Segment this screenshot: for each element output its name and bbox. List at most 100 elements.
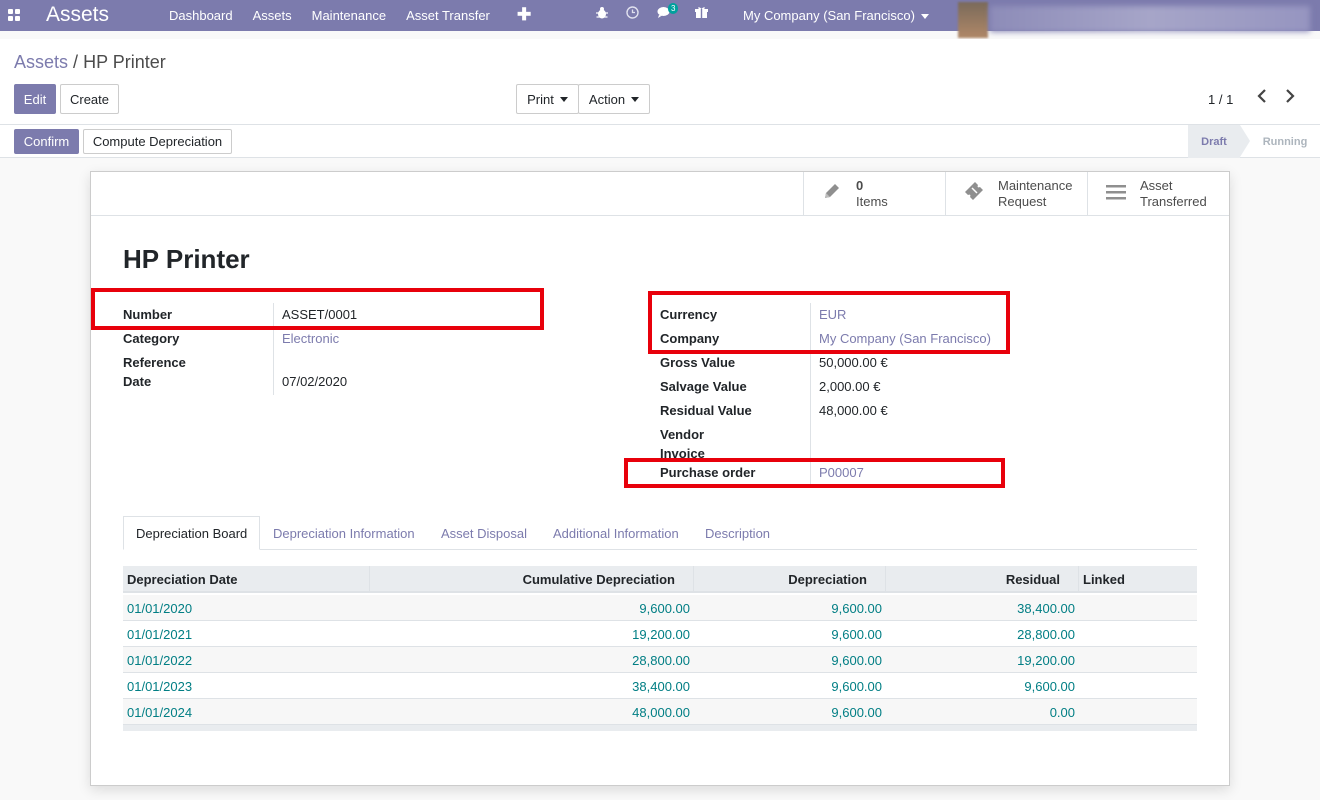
category-value[interactable]: Electronic <box>282 329 339 348</box>
gross-value-label: Gross Value <box>660 355 736 370</box>
top-navbar: Assets Dashboard Assets Maintenance Asse… <box>0 0 1320 38</box>
cell-cumulative[interactable]: 19,200.00 <box>628 621 694 647</box>
cell-cumulative[interactable]: 48,000.00 <box>628 699 694 725</box>
cell-residual[interactable]: 28,800.00 <box>1013 621 1079 647</box>
items-label: Items <box>856 194 888 209</box>
action-label: Action <box>588 91 626 107</box>
tab-depreciation-board[interactable]: Depreciation Board <box>123 516 261 550</box>
chat-icon[interactable]: 3 <box>657 3 679 22</box>
asset-transferred-smart-button[interactable]: Asset Transferred <box>1087 172 1229 216</box>
residual-value[interactable]: 48,000.00 € <box>819 401 888 420</box>
control-panel: Assets / HP Printer Edit Create Print Ac… <box>0 39 1320 125</box>
cell-residual[interactable]: 19,200.00 <box>1013 647 1079 673</box>
form-sheet: 0 Items Maintenance Request Asset Transferr… <box>90 171 1230 786</box>
category-label: Category <box>123 331 180 346</box>
table-footer <box>123 725 1197 731</box>
table-row[interactable]: 01/01/2024 48,000.00 9,600.00 0.00 <box>123 699 1197 725</box>
cell-date[interactable]: 01/01/2020 <box>123 595 196 621</box>
col-residual[interactable]: Residual <box>886 566 1079 593</box>
asset-transferred-label-1: Asset <box>1140 178 1173 193</box>
cell-residual[interactable]: 9,600.00 <box>1020 673 1079 699</box>
items-smart-button[interactable]: 0 Items <box>803 172 945 216</box>
messages-badge: 3 <box>668 3 679 14</box>
main-menu: Dashboard Assets Maintenance Asset Trans… <box>169 8 490 23</box>
pencil-icon <box>820 181 844 207</box>
menu-maintenance[interactable]: Maintenance <box>312 8 386 23</box>
tab-asset-disposal[interactable]: Asset Disposal <box>441 516 527 550</box>
cell-cumulative[interactable]: 9,600.00 <box>635 595 694 621</box>
table-row[interactable]: 01/01/2023 38,400.00 9,600.00 9,600.00 <box>123 673 1197 699</box>
edit-button[interactable]: Edit <box>14 84 56 114</box>
company-switcher[interactable]: My Company (San Francisco) <box>743 8 929 23</box>
breadcrumb: Assets / HP Printer <box>14 52 166 73</box>
highlight-box-currency-company <box>648 291 1010 354</box>
col-linked[interactable]: Linked <box>1079 566 1197 593</box>
compute-depreciation-button[interactable]: Compute Depreciation <box>83 129 232 154</box>
print-dropdown[interactable]: Print <box>516 84 579 114</box>
menu-assets[interactable]: Assets <box>253 8 292 23</box>
salvage-value[interactable]: 2,000.00 € <box>819 377 880 396</box>
bug-icon[interactable] <box>596 6 608 22</box>
plus-icon[interactable]: ✚ <box>517 5 531 25</box>
tab-additional-information[interactable]: Additional Information <box>553 516 679 550</box>
list-icon <box>1104 183 1128 206</box>
cell-residual[interactable]: 0.00 <box>1046 699 1079 725</box>
tab-description[interactable]: Description <box>705 516 770 550</box>
chevron-down-icon <box>631 96 640 102</box>
highlight-box-purchase-order <box>624 458 1005 488</box>
user-menu-blurred[interactable] <box>990 6 1310 32</box>
clock-icon[interactable] <box>626 6 639 22</box>
col-depreciation[interactable]: Depreciation <box>694 566 886 593</box>
confirm-button[interactable]: Confirm <box>14 129 79 154</box>
pager-value[interactable]: 1 / 1 <box>1208 92 1233 107</box>
breadcrumb-assets-link[interactable]: Assets <box>14 52 68 72</box>
stage-draft[interactable]: Draft <box>1188 125 1250 158</box>
chevron-left-icon[interactable] <box>1257 89 1267 108</box>
cell-depreciation[interactable]: 9,600.00 <box>827 673 886 699</box>
chevron-right-icon[interactable] <box>1285 89 1295 108</box>
cell-residual[interactable]: 38,400.00 <box>1013 595 1079 621</box>
cell-date[interactable]: 01/01/2022 <box>123 647 196 673</box>
chevron-down-icon <box>559 96 568 102</box>
tab-depreciation-information[interactable]: Depreciation Information <box>273 516 415 550</box>
maintenance-request-smart-button[interactable]: Maintenance Request <box>945 172 1087 216</box>
cell-depreciation[interactable]: 9,600.00 <box>827 699 886 725</box>
chevron-down-icon <box>920 14 929 20</box>
reference-date-label-2: Date <box>123 374 152 389</box>
table-row[interactable]: 01/01/2021 19,200.00 9,600.00 28,800.00 <box>123 621 1197 647</box>
cell-depreciation[interactable]: 9,600.00 <box>827 621 886 647</box>
cell-cumulative[interactable]: 38,400.00 <box>628 673 694 699</box>
cell-date[interactable]: 01/01/2023 <box>123 673 196 699</box>
cell-date[interactable]: 01/01/2021 <box>123 621 196 647</box>
cell-depreciation[interactable]: 9,600.00 <box>827 595 886 621</box>
cell-date[interactable]: 01/01/2024 <box>123 699 196 725</box>
stage-running[interactable]: Running <box>1250 125 1320 158</box>
action-dropdown[interactable]: Action <box>578 84 650 114</box>
record-title: HP Printer <box>123 244 250 274</box>
ticket-icon <box>962 180 986 208</box>
cell-depreciation[interactable]: 9,600.00 <box>827 647 886 673</box>
menu-asset-transfer[interactable]: Asset Transfer <box>406 8 490 23</box>
apps-menu-icon[interactable] <box>8 9 20 21</box>
gift-icon[interactable] <box>695 6 708 22</box>
cell-cumulative[interactable]: 28,800.00 <box>628 647 694 673</box>
create-button[interactable]: Create <box>60 84 119 114</box>
table-row[interactable]: 01/01/2020 9,600.00 9,600.00 38,400.00 <box>123 595 1197 621</box>
reference-date-value[interactable]: 07/02/2020 <box>282 372 347 391</box>
table-row[interactable]: 01/01/2022 28,800.00 9,600.00 19,200.00 <box>123 647 1197 673</box>
reference-date-label-1: Reference <box>123 355 186 370</box>
col-depreciation-date[interactable]: Depreciation Date <box>123 566 370 593</box>
highlight-box-number <box>91 288 544 330</box>
smart-button-box: 0 Items Maintenance Request Asset Transferr… <box>91 172 1229 216</box>
maintenance-label-1: Maintenance <box>998 178 1073 193</box>
app-title[interactable]: Assets <box>46 3 109 27</box>
gross-value[interactable]: 50,000.00 € <box>819 353 888 372</box>
avatar[interactable] <box>958 2 988 38</box>
maintenance-label-2: Request <box>998 194 1047 209</box>
table-header: Depreciation Date Cumulative Depreciatio… <box>123 566 1197 593</box>
col-cumulative-depreciation[interactable]: Cumulative Depreciation <box>370 566 694 593</box>
menu-dashboard[interactable]: Dashboard <box>169 8 233 23</box>
company-switcher-label: My Company (San Francisco) <box>743 8 915 23</box>
print-label: Print <box>527 91 554 107</box>
vendor-invoice-label-1: Vendor <box>660 427 705 442</box>
